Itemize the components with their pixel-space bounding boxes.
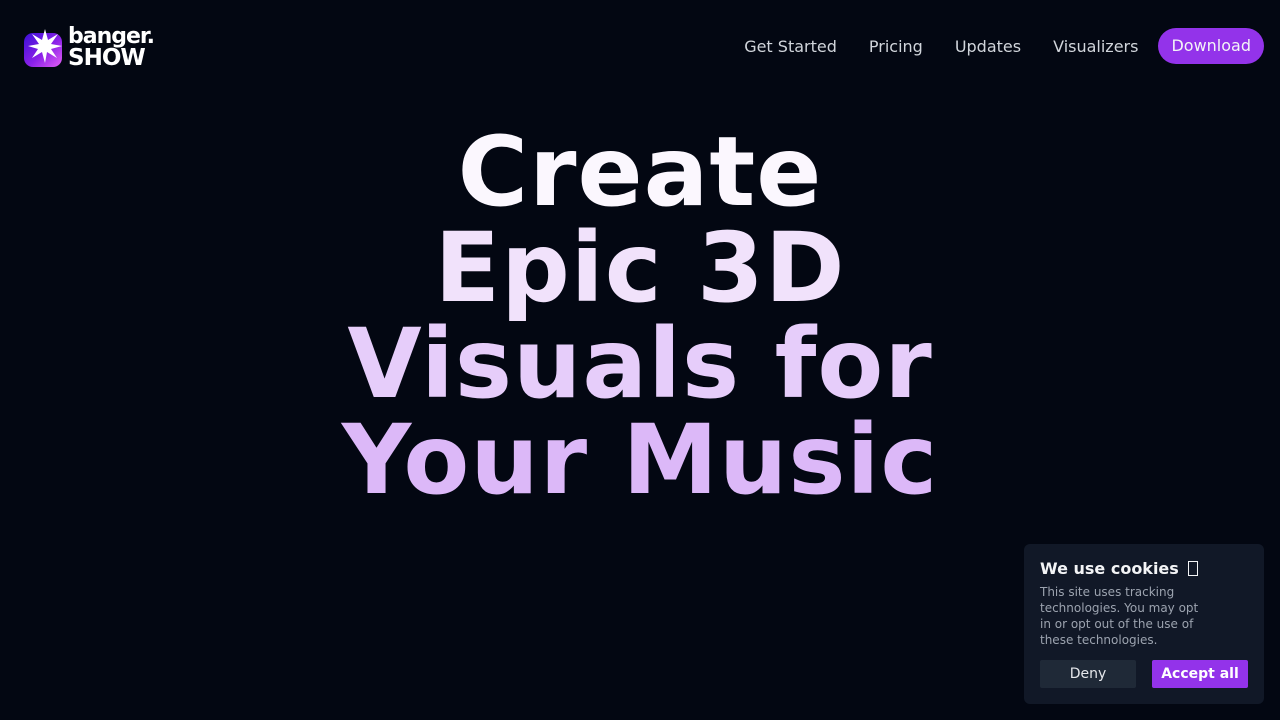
hero-line-1: Create: [457, 116, 823, 228]
hero-heading: Create Epic 3D Visuals for Your Music: [0, 124, 1280, 508]
logo-wordmark: banger. SHOW: [68, 24, 155, 71]
nav-pricing[interactable]: Pricing: [869, 27, 923, 65]
starburst-logo-icon: [24, 29, 62, 67]
nav-get-started[interactable]: Get Started: [744, 27, 837, 65]
logo-text-show: SHOW: [68, 45, 146, 71]
main-nav: Get Started Pricing Updates Visualizers …: [744, 28, 1264, 64]
download-button[interactable]: Download: [1158, 28, 1264, 64]
hero-line-2: Epic 3D: [434, 212, 846, 324]
cookie-description: This site uses tracking technologies. Yo…: [1040, 585, 1199, 647]
hero-line-4: Your Music: [341, 404, 939, 516]
hero-line-3: Visuals for: [347, 308, 933, 420]
cookie-icon: [1188, 561, 1199, 576]
cookie-title: We use cookies: [1040, 559, 1179, 578]
logo-link[interactable]: banger. SHOW: [24, 26, 166, 70]
page: banger. SHOW Get Started Pricing Updates…: [0, 0, 1280, 720]
deny-button[interactable]: Deny: [1040, 660, 1136, 688]
nav-updates[interactable]: Updates: [955, 27, 1021, 65]
nav-visualizers[interactable]: Visualizers: [1053, 27, 1138, 65]
logo-text-banger: banger.: [68, 24, 155, 49]
accept-all-button[interactable]: Accept all: [1152, 660, 1248, 688]
cookie-title-row: We use cookies: [1040, 560, 1248, 578]
cookie-banner: We use cookies This site uses tracking t…: [1024, 544, 1264, 704]
cookie-actions: Deny Accept all: [1040, 660, 1248, 688]
